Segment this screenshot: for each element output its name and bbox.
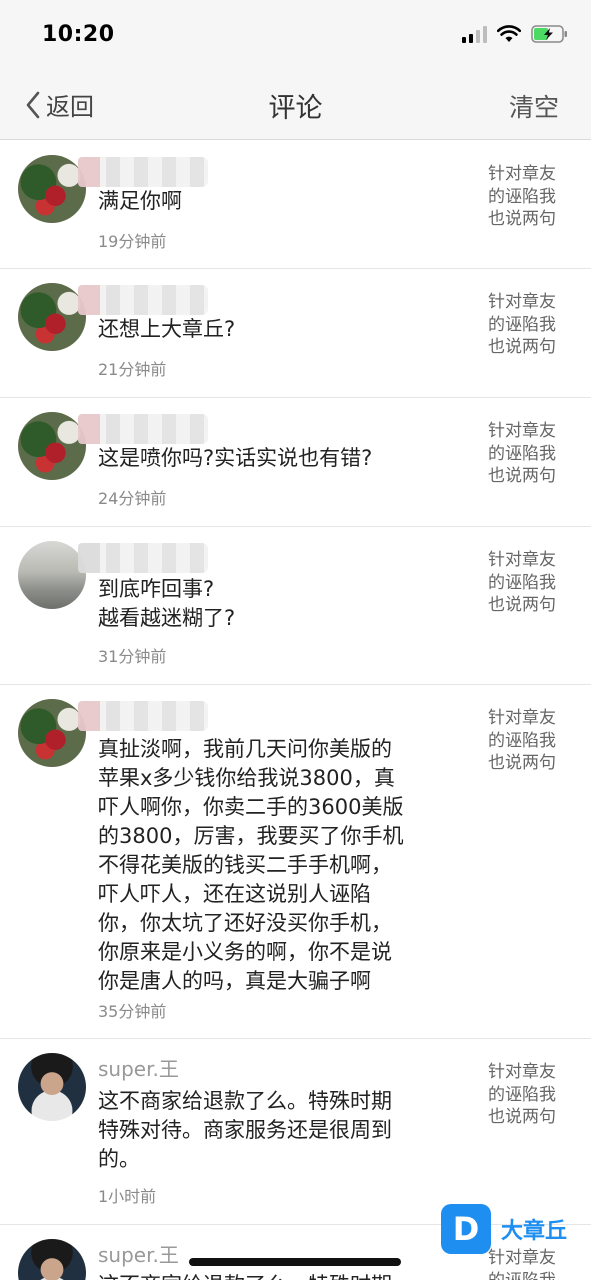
comment-text: 这不商家给退款了么。特殊时期 [98,1271,468,1280]
username-blurred [78,285,208,315]
comment-item[interactable]: 还想上大章丘? 21分钟前 针对章友 的诬陷我 也说两句 [0,269,591,398]
comment-text: 到底咋回事? 越看越迷糊了? [98,577,236,630]
avatar[interactable] [18,155,86,223]
username-blurred [78,543,208,573]
avatar[interactable] [18,1239,86,1280]
username-blurred [78,414,208,444]
reply-reference[interactable]: 针对章友 的诬陷我 也说两句 [488,420,578,488]
nav-bar: 返回 评论 清空 [0,72,591,140]
reply-reference[interactable]: 针对章友 的诬陷我 也说两句 [488,291,578,359]
page-title: 评论 [268,93,323,124]
comment-text: 还想上大章丘? [98,317,236,341]
wifi-icon [497,25,521,42]
username-blurred [78,701,208,731]
avatar[interactable] [18,699,86,767]
comment-text: 满足你啊 [98,189,182,213]
reply-reference[interactable]: 针对章友 的诬陷我 也说两句 [488,1061,578,1129]
reply-reference[interactable]: 针对章友 的诬陷我 也说两句 [488,549,578,617]
reply-reference[interactable]: 针对章友 的诬陷我 也说两句 [488,163,578,231]
comment-text: 这是喷你吗?实话实说也有错? [98,446,373,470]
watermark: D 大章丘 [441,1204,567,1254]
comment-item[interactable]: super.王 这不商家给退款了么。特殊时期 特殊对待。商家服务还是很周到 的。… [0,1039,591,1225]
clear-button[interactable]: 清空 [509,88,559,124]
comment-item[interactable]: 真扯淡啊，我前几天问你美版的 苹果x多少钱你给我说3800，真 吓人啊你，你卖二… [0,685,591,1039]
comment-item[interactable]: 这是喷你吗?实话实说也有错? 24分钟前 针对章友 的诬陷我 也说两句 [0,398,591,527]
username[interactable]: super.王 [98,1053,179,1082]
battery-charging-icon [531,25,567,43]
avatar[interactable] [18,412,86,480]
avatar[interactable] [18,541,86,609]
home-indicator[interactable] [189,1258,401,1266]
avatar[interactable] [18,283,86,351]
avatar[interactable] [18,1053,86,1121]
watermark-text: 大章丘 [501,1219,568,1244]
status-bar: 10:20 [0,0,591,72]
comment-item[interactable]: 满足你啊 19分钟前 针对章友 的诬陷我 也说两句 [0,141,591,269]
comment-list: 满足你啊 19分钟前 针对章友 的诬陷我 也说两句 还想上大章丘? 21分钟前 … [0,141,591,1280]
comment-item[interactable]: 到底咋回事? 越看越迷糊了? 31分钟前 针对章友 的诬陷我 也说两句 [0,527,591,685]
comment-time: 31分钟前 [98,647,167,666]
username-blurred [78,157,208,187]
comment-text: 真扯淡啊，我前几天问你美版的 苹果x多少钱你给我说3800，真 吓人啊你，你卖二… [98,737,404,993]
comment-time: 19分钟前 [98,232,167,251]
comment-time: 1小时前 [98,1187,157,1206]
comment-time: 21分钟前 [98,360,167,379]
status-icons [462,24,569,44]
comment-time: 35分钟前 [98,1002,167,1021]
cellular-signal-icon [462,25,487,43]
status-time: 10:20 [42,22,115,47]
reply-reference[interactable]: 针对章友 的诬陷我 也说两句 [488,707,578,775]
username[interactable]: super.王 [98,1239,179,1268]
comment-time: 24分钟前 [98,489,167,508]
comment-text: 这不商家给退款了么。特殊时期 特殊对待。商家服务还是很周到 的。 [98,1089,392,1171]
watermark-logo: D [441,1204,491,1254]
